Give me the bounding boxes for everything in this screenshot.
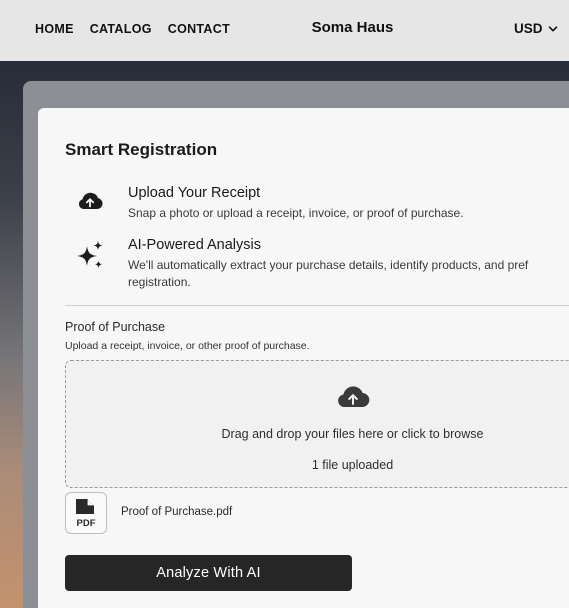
upload-field-label: Proof of Purchase — [65, 320, 166, 334]
analyze-with-ai-button[interactable]: Analyze With AI — [65, 555, 352, 591]
dropzone-instructions: Drag and drop your files here or click t… — [221, 427, 484, 441]
feature-heading: AI-Powered Analysis — [128, 237, 261, 253]
cloud-upload-icon — [65, 186, 115, 226]
uploaded-file-name: Proof of Purchase.pdf — [121, 506, 233, 518]
pdf-label: PDF — [77, 518, 96, 529]
file-dropzone[interactable]: Drag and drop your files here or click t… — [65, 360, 569, 488]
feature-description-line-2: registration. — [128, 275, 191, 289]
upload-count: 1 file uploaded — [311, 458, 394, 472]
top-navigation-bar: HOME CATALOG CONTACT Soma Haus USD — [0, 0, 569, 61]
brand-logo-text[interactable]: Soma Haus — [0, 19, 569, 36]
feature-description-line-1: We'll automatically extract your purchas… — [128, 258, 529, 272]
cloud-upload-icon — [334, 381, 372, 416]
chevron-down-icon — [548, 25, 557, 31]
section-divider — [65, 305, 569, 306]
upload-field-hint: Upload a receipt, invoice, or other proo… — [65, 340, 310, 352]
page-title: Smart Registration — [65, 140, 218, 159]
currency-label: USD — [514, 21, 543, 36]
feature-ai-analysis: AI-Powered Analysis We'll automatically … — [65, 237, 528, 289]
feature-upload-receipt: Upload Your Receipt Snap a photo or uplo… — [65, 185, 464, 226]
feature-heading: Upload Your Receipt — [128, 185, 261, 201]
registration-card — [38, 108, 569, 608]
sparkles-icon — [65, 238, 115, 278]
pdf-file-icon: PDF — [65, 492, 107, 534]
feature-description: Snap a photo or upload a receipt, invoic… — [128, 206, 464, 220]
currency-selector[interactable]: USD — [514, 21, 558, 36]
